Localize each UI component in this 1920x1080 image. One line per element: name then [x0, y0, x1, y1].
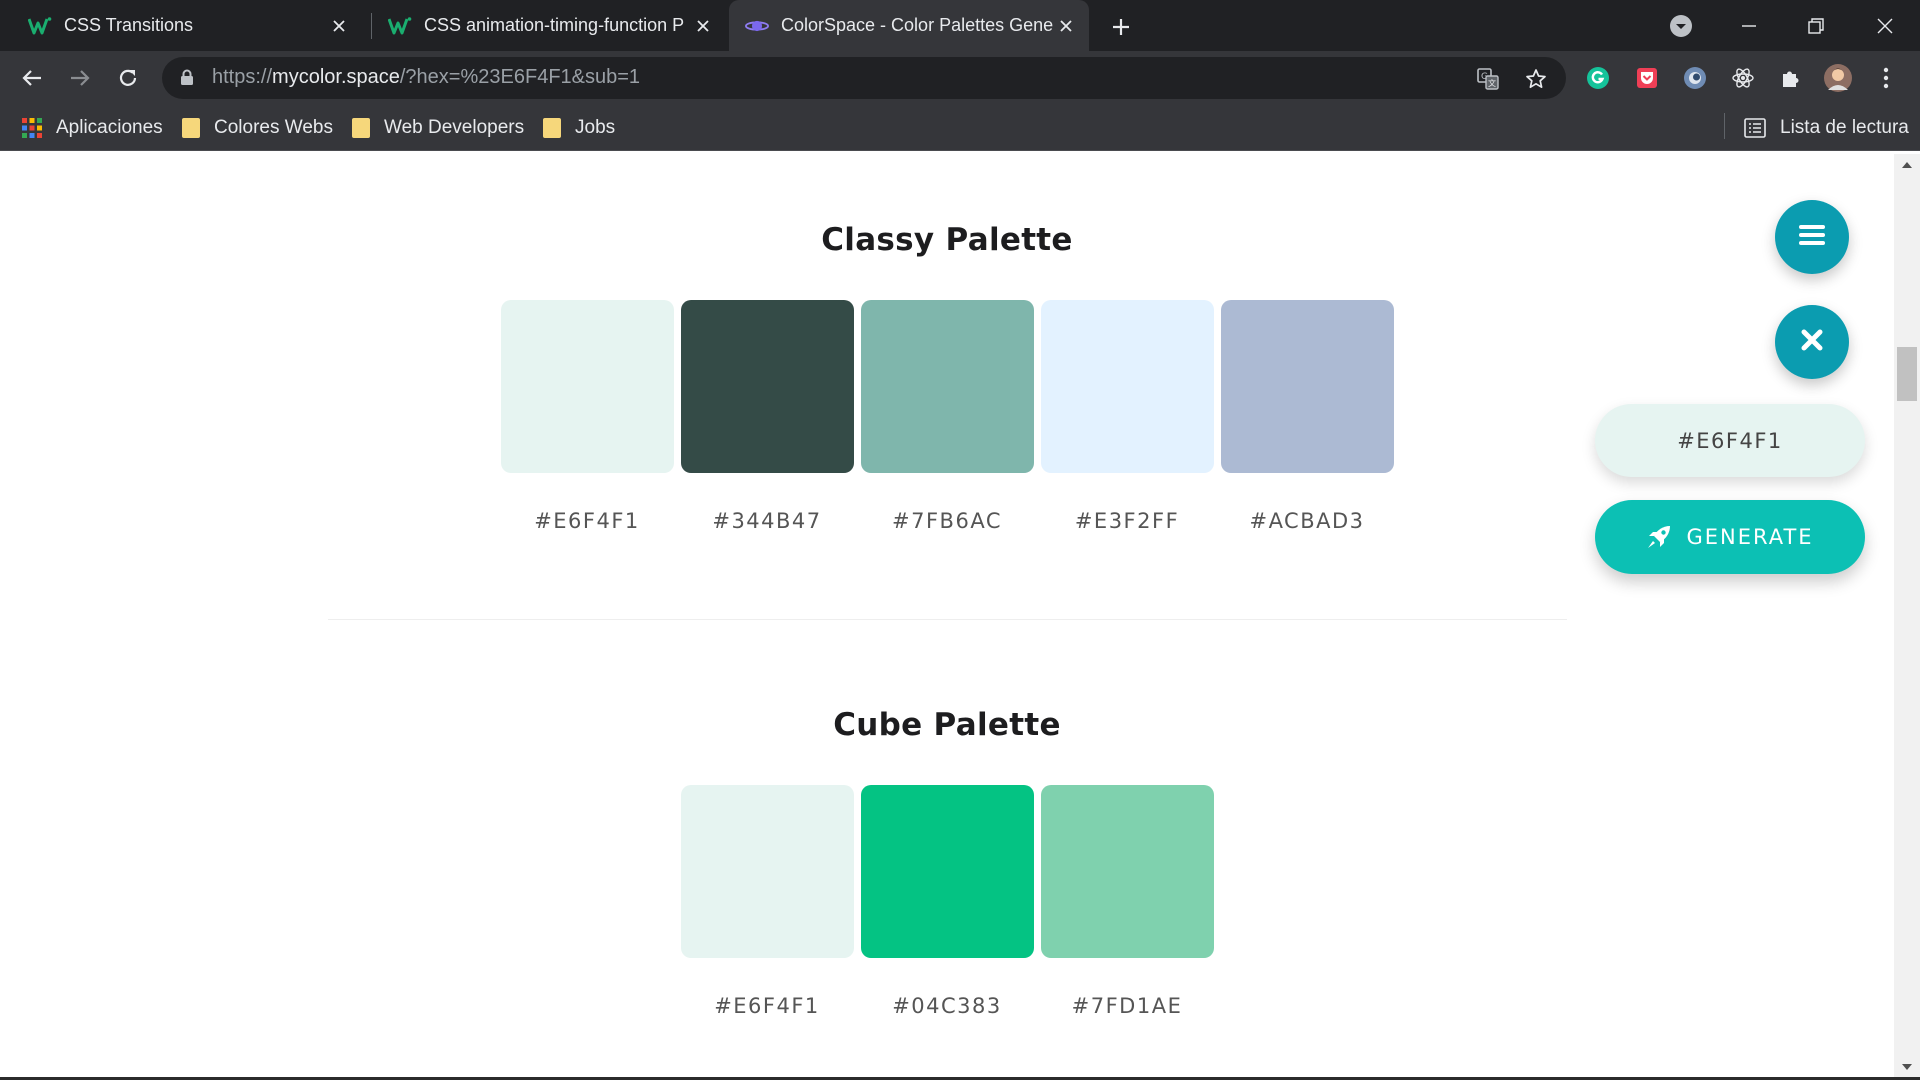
hex-code[interactable]: #7FB6AC [892, 509, 1002, 533]
color-swatch[interactable]: #E6F4F1 [500, 300, 674, 533]
hex-code[interactable]: #E6F4F1 [534, 509, 640, 533]
current-color-value: #E6F4F1 [1677, 428, 1783, 453]
bookmark-label: Jobs [575, 117, 616, 138]
tab-search-icon[interactable] [1648, 0, 1714, 51]
color-chip[interactable] [860, 300, 1034, 473]
bookmark-apps[interactable]: Aplicaciones [22, 105, 163, 151]
colorspace-planet-icon [745, 14, 769, 38]
hamburger-menu-icon [1799, 224, 1825, 250]
bookmark-star-icon[interactable] [1522, 65, 1550, 93]
color-swatch[interactable]: #04C383 [860, 785, 1034, 1018]
tab-title: CSS Transitions [64, 15, 194, 35]
tab-colorspace[interactable]: ColorSpace - Color Palettes Gene [729, 0, 1089, 51]
reload-icon[interactable] [111, 61, 145, 95]
folder-icon [352, 118, 370, 138]
color-chip[interactable] [1040, 300, 1214, 473]
pocket-icon[interactable] [1631, 62, 1663, 94]
tab-title: ColorSpace - Color Palettes Gene [781, 15, 1053, 35]
reading-list[interactable]: Lista de lectura [1744, 105, 1909, 151]
current-color-input[interactable]: #E6F4F1 [1595, 404, 1865, 477]
w-logo-icon [28, 14, 52, 38]
w-logo-icon [388, 14, 412, 38]
browser-toolbar: https://mycolor.space/?hex=%23E6F4F1&sub… [0, 51, 1920, 105]
avatar[interactable] [1822, 62, 1854, 94]
tab-strip: CSS Transitions CSS animation-timing-fun… [0, 0, 1920, 51]
scrollbar-thumb[interactable] [1897, 347, 1917, 401]
color-chip[interactable] [680, 785, 854, 958]
close-icon [1801, 329, 1823, 355]
close-window-icon[interactable] [1852, 0, 1918, 51]
color-chip[interactable] [500, 300, 674, 473]
extensions-puzzle-icon[interactable] [1775, 62, 1807, 94]
scroll-up-icon[interactable] [1894, 154, 1920, 174]
bookmark-label: Web Developers [384, 117, 525, 138]
hex-code[interactable]: #344B47 [712, 509, 821, 533]
tab-css-transitions[interactable]: CSS Transitions [12, 0, 362, 51]
color-swatch[interactable]: #344B47 [680, 300, 854, 533]
lock-icon[interactable] [180, 69, 194, 90]
palette-title: Cube Palette [833, 707, 1061, 743]
generate-label: GENERATE [1686, 525, 1814, 549]
react-devtools-icon[interactable] [1727, 62, 1759, 94]
hex-code[interactable]: #E6F4F1 [714, 994, 820, 1018]
more-menu-icon[interactable] [1870, 62, 1902, 94]
restore-icon[interactable] [1783, 0, 1849, 51]
tab-title: CSS animation-timing-function P [424, 15, 685, 35]
page-content: Classy Palette #E6F4F1 #344B47 #7FB6AC #… [0, 154, 1894, 1077]
address-bar[interactable]: https://mycolor.space/?hex=%23E6F4F1&sub… [162, 57, 1566, 99]
close-panel-button[interactable] [1775, 305, 1849, 379]
minimize-icon[interactable] [1716, 0, 1782, 51]
url-text[interactable]: https://mycolor.space/?hex=%23E6F4F1&sub… [212, 66, 640, 89]
hex-code[interactable]: #ACBAD3 [1249, 509, 1364, 533]
translate-icon[interactable]: G文 [1474, 65, 1502, 93]
forward-icon[interactable] [63, 61, 97, 95]
section-divider [328, 619, 1567, 620]
color-swatch[interactable]: #E3F2FF [1040, 300, 1214, 533]
color-chip[interactable] [1040, 785, 1214, 958]
scroll-down-icon[interactable] [1894, 1057, 1920, 1077]
bookmark-jobs[interactable]: Jobs [543, 105, 615, 151]
tab-css-animation-timing[interactable]: CSS animation-timing-function P [372, 0, 726, 51]
reading-list-label: Lista de lectura [1780, 117, 1909, 138]
bookmark-label: Colores Webs [214, 117, 333, 138]
bookmarks-separator [1724, 113, 1725, 139]
bookmark-colores-webs[interactable]: Colores Webs [182, 105, 333, 151]
new-tab-icon[interactable] [1106, 12, 1136, 42]
color-swatch[interactable]: #7FD1AE [1040, 785, 1214, 1018]
back-icon[interactable] [15, 61, 49, 95]
privacy-extension-icon[interactable] [1679, 62, 1711, 94]
bookmarks-bar: Aplicaciones Colores Webs Web Developers… [0, 105, 1920, 151]
color-swatch[interactable]: #ACBAD3 [1220, 300, 1394, 533]
page-scrollbar[interactable] [1894, 154, 1920, 1077]
palette-title: Classy Palette [821, 222, 1073, 258]
color-chip[interactable] [1220, 300, 1394, 473]
color-swatch[interactable]: #E6F4F1 [680, 785, 854, 1018]
reading-list-icon [1744, 118, 1766, 138]
tab-close-icon[interactable] [1053, 13, 1079, 39]
hex-code[interactable]: #04C383 [892, 994, 1002, 1018]
url-path: /?hex=%23E6F4F1&sub=1 [399, 66, 641, 88]
hex-code[interactable]: #7FD1AE [1072, 994, 1183, 1018]
tab-close-icon[interactable] [326, 13, 352, 39]
svg-text:文: 文 [1488, 78, 1496, 88]
generate-button[interactable]: GENERATE [1595, 500, 1865, 574]
bookmark-web-developers[interactable]: Web Developers [352, 105, 524, 151]
bookmark-label: Aplicaciones [56, 117, 163, 138]
url-scheme: https:// [212, 66, 273, 88]
hex-code[interactable]: #E3F2FF [1075, 509, 1179, 533]
menu-button[interactable] [1775, 200, 1849, 274]
color-swatch[interactable]: #7FB6AC [860, 300, 1034, 533]
color-chip[interactable] [860, 785, 1034, 958]
palette-swatches: #E6F4F1 #04C383 #7FD1AE [0, 785, 1894, 1018]
url-host: mycolor.space [272, 66, 400, 88]
folder-icon [182, 118, 200, 138]
tab-close-icon[interactable] [690, 13, 716, 39]
folder-icon [543, 118, 561, 138]
color-chip[interactable] [680, 300, 854, 473]
grammarly-icon[interactable] [1582, 62, 1614, 94]
rocket-icon [1646, 524, 1672, 550]
apps-grid-icon [22, 118, 42, 138]
